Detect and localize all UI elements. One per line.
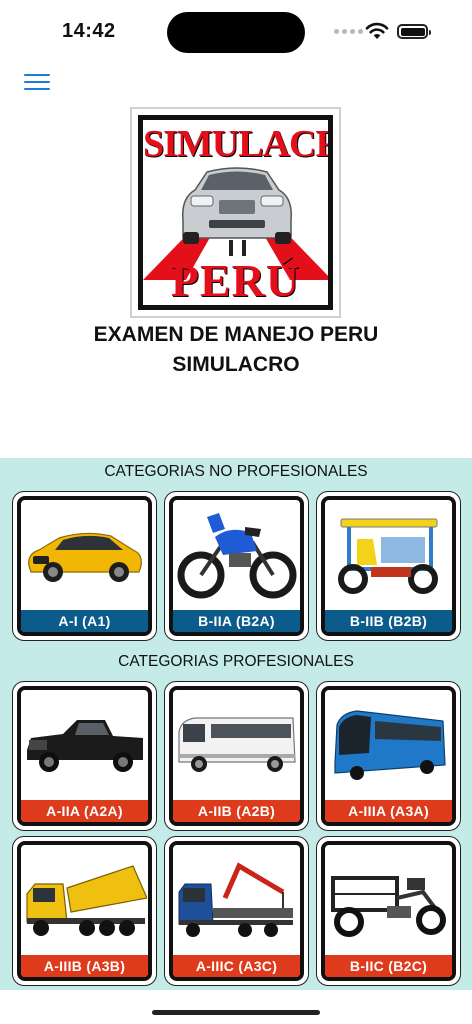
home-indicator[interactable] [152, 1010, 320, 1015]
logo-bottom-text: PERÚ [170, 255, 301, 306]
motorcycle-icon [173, 500, 300, 610]
category-label: A-IIIB (A3B) [21, 955, 148, 977]
category-card-b2b[interactable]: B-IIB (B2B) [316, 491, 461, 641]
app-logo: SIMULACRO PERÚ [130, 107, 341, 318]
category-card-b2c[interactable]: B-IIC (B2C) [316, 836, 461, 986]
pickup-truck-icon [21, 690, 148, 800]
dynamic-island [167, 12, 305, 53]
status-time: 14:42 [62, 20, 116, 42]
category-label: B-IIC (B2C) [325, 955, 452, 977]
category-label: A-I (A1) [21, 610, 148, 632]
category-card-a3a[interactable]: A-IIIA (A3A) [316, 681, 461, 831]
category-label: B-IIB (B2B) [325, 610, 452, 632]
category-card-a3c[interactable]: A-IIIC (A3C) [164, 836, 309, 986]
professional-title: CATEGORIAS PROFESIONALES [118, 653, 354, 670]
category-label: A-IIA (A2A) [21, 800, 148, 822]
category-label: A-IIB (A2B) [173, 800, 300, 822]
category-card-a1[interactable]: A-I (A1) [12, 491, 157, 641]
category-card-b2a[interactable]: B-IIA (B2A) [164, 491, 309, 641]
app-title-line2: SIMULACRO [172, 353, 300, 376]
category-label: A-IIIC (A3C) [173, 955, 300, 977]
category-card-a3b[interactable]: A-IIIB (A3B) [12, 836, 157, 986]
non-professional-title: CATEGORIAS NO PROFESIONALES [104, 463, 368, 480]
cargo-trike-icon [325, 845, 452, 955]
wifi-icon [365, 22, 389, 39]
logo-top-text: SIMULACRO [143, 123, 328, 165]
app-title-line1: EXAMEN DE MANEJO PERU [93, 323, 379, 346]
category-card-a2a[interactable]: A-IIA (A2A) [12, 681, 157, 831]
category-label: B-IIA (B2A) [173, 610, 300, 632]
menu-icon[interactable] [24, 74, 50, 94]
minibus-icon [173, 690, 300, 800]
app-title: EXAMEN DE MANEJO PERU SIMULACRO [0, 320, 472, 380]
status-bar: 14:42 [0, 0, 472, 62]
dump-truck-icon [21, 845, 148, 955]
mototaxi-icon [325, 500, 452, 610]
bus-icon [325, 690, 452, 800]
crane-truck-icon [173, 845, 300, 955]
car-icon [21, 500, 148, 610]
battery-icon [397, 24, 431, 39]
category-label: A-IIIA (A3A) [325, 800, 452, 822]
category-card-a2b[interactable]: A-IIB (A2B) [164, 681, 309, 831]
cellular-signal-icon [334, 29, 363, 34]
